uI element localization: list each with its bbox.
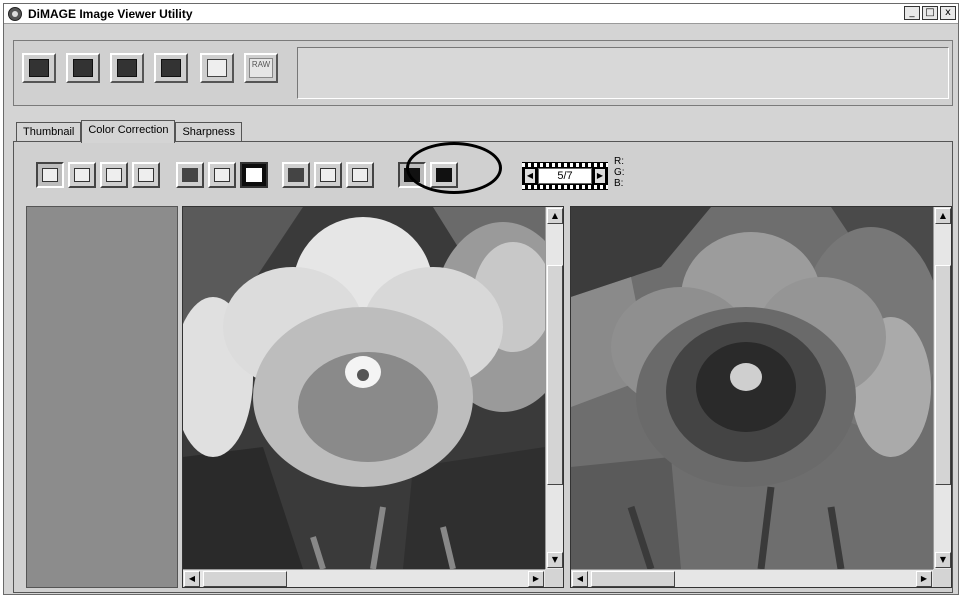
next-frame-button[interactable]: ▶: [595, 169, 605, 183]
tab-sharpness[interactable]: Sharpness: [175, 122, 243, 142]
document-camera-icon: [207, 59, 227, 77]
color-balance-button[interactable]: [100, 162, 128, 188]
tab-bar: Thumbnail Color Correction Sharpness: [16, 120, 243, 143]
corrected-horizontal-scrollbar[interactable]: ◀ ▶: [571, 569, 933, 587]
window-title: DiMAGE Image Viewer Utility: [28, 7, 193, 21]
maximize-button[interactable]: □: [922, 6, 938, 20]
vertical-scroll-thumb[interactable]: [935, 265, 951, 485]
scroll-up-button[interactable]: ▲: [547, 208, 563, 224]
horizontal-scroll-thumb[interactable]: [591, 571, 675, 587]
frame-counter: ◀ 5/7 ▶: [522, 162, 608, 190]
rgb-g: G:: [614, 167, 625, 178]
scroll-left-button[interactable]: ◀: [572, 571, 588, 587]
scroll-down-button[interactable]: ▼: [547, 552, 563, 568]
camera-export-button[interactable]: [110, 53, 144, 83]
tab-thumbnail[interactable]: Thumbnail: [16, 122, 82, 142]
side-panel: [26, 206, 178, 588]
prev-frame-button[interactable]: ◀: [525, 169, 535, 183]
minimize-button[interactable]: _: [904, 6, 920, 20]
camera-batch-icon: [29, 59, 49, 77]
scroll-up-button[interactable]: ▲: [935, 208, 951, 224]
vertical-scroll-thumb[interactable]: [547, 265, 563, 485]
reset-icon: [246, 168, 262, 182]
scroll-right-button[interactable]: ▶: [528, 571, 544, 587]
info-panel: [297, 47, 949, 99]
rgb-r: R:: [614, 156, 624, 167]
raw-convert-button[interactable]: RAW: [244, 53, 278, 83]
camera-batch-button[interactable]: [22, 53, 56, 83]
original-horizontal-scrollbar[interactable]: ◀ ▶: [183, 569, 545, 587]
original-vertical-scrollbar[interactable]: ▲ ▼: [545, 207, 563, 569]
camera-export-icon: [117, 59, 137, 77]
reset-button[interactable]: [240, 162, 268, 188]
camera-transfer-button[interactable]: [66, 53, 100, 83]
scroll-down-button[interactable]: ▼: [935, 552, 951, 568]
title-bar[interactable]: DiMAGE Image Viewer Utility _ □ x: [4, 4, 958, 24]
original-image-viewer[interactable]: ▲ ▼ ◀ ▶: [182, 206, 564, 588]
color-correction-panel: ◀ 5/7 ▶ R: G: B: ▲ ▼ ◀ ▶ ▲ ▼ ◀ ▶: [13, 141, 953, 593]
camera-convert-icon: [161, 59, 181, 77]
document-camera-button[interactable]: [200, 53, 234, 83]
color-balance-icon: [106, 168, 122, 182]
horizontal-scroll-thumb[interactable]: [203, 571, 287, 587]
variations-icon: [138, 168, 154, 182]
app-window: DiMAGE Image Viewer Utility _ □ x RAW Th…: [3, 3, 959, 595]
rgb-b: B:: [614, 178, 624, 189]
original-image[interactable]: [183, 207, 545, 569]
display-options-button[interactable]: [346, 162, 374, 188]
variations-button[interactable]: [132, 162, 160, 188]
rgb-readout: R: G: B:: [614, 156, 625, 189]
main-toolbar: RAW: [13, 40, 953, 106]
tone-curve-button[interactable]: [36, 162, 64, 188]
camera-convert-button[interactable]: [154, 53, 188, 83]
close-button[interactable]: x: [940, 6, 956, 20]
scroll-left-button[interactable]: ◀: [184, 571, 200, 587]
highlight-oval: [406, 142, 502, 194]
brightness-contrast-button[interactable]: [68, 162, 96, 188]
raw-icon: RAW: [249, 58, 273, 78]
save-correction-icon: [320, 168, 336, 182]
frame-counter-value: 5/7: [538, 168, 592, 184]
tab-color-correction[interactable]: Color Correction: [81, 120, 176, 143]
camera-transfer-icon: [73, 59, 93, 77]
corrected-vertical-scrollbar[interactable]: ▲ ▼: [933, 207, 951, 569]
corrected-image-viewer[interactable]: ▲ ▼ ◀ ▶: [570, 206, 952, 588]
save-correction-button[interactable]: [314, 162, 342, 188]
app-icon: [8, 7, 22, 21]
undo-button[interactable]: [176, 162, 204, 188]
snapshot-button[interactable]: [282, 162, 310, 188]
display-options-icon: [352, 168, 368, 182]
undo-icon: [182, 168, 198, 182]
redo-button[interactable]: [208, 162, 236, 188]
brightness-contrast-icon: [74, 168, 90, 182]
corrected-image[interactable]: [571, 207, 933, 569]
snapshot-icon: [288, 168, 304, 182]
redo-icon: [214, 168, 230, 182]
tone-curve-icon: [42, 168, 58, 182]
scroll-right-button[interactable]: ▶: [916, 571, 932, 587]
